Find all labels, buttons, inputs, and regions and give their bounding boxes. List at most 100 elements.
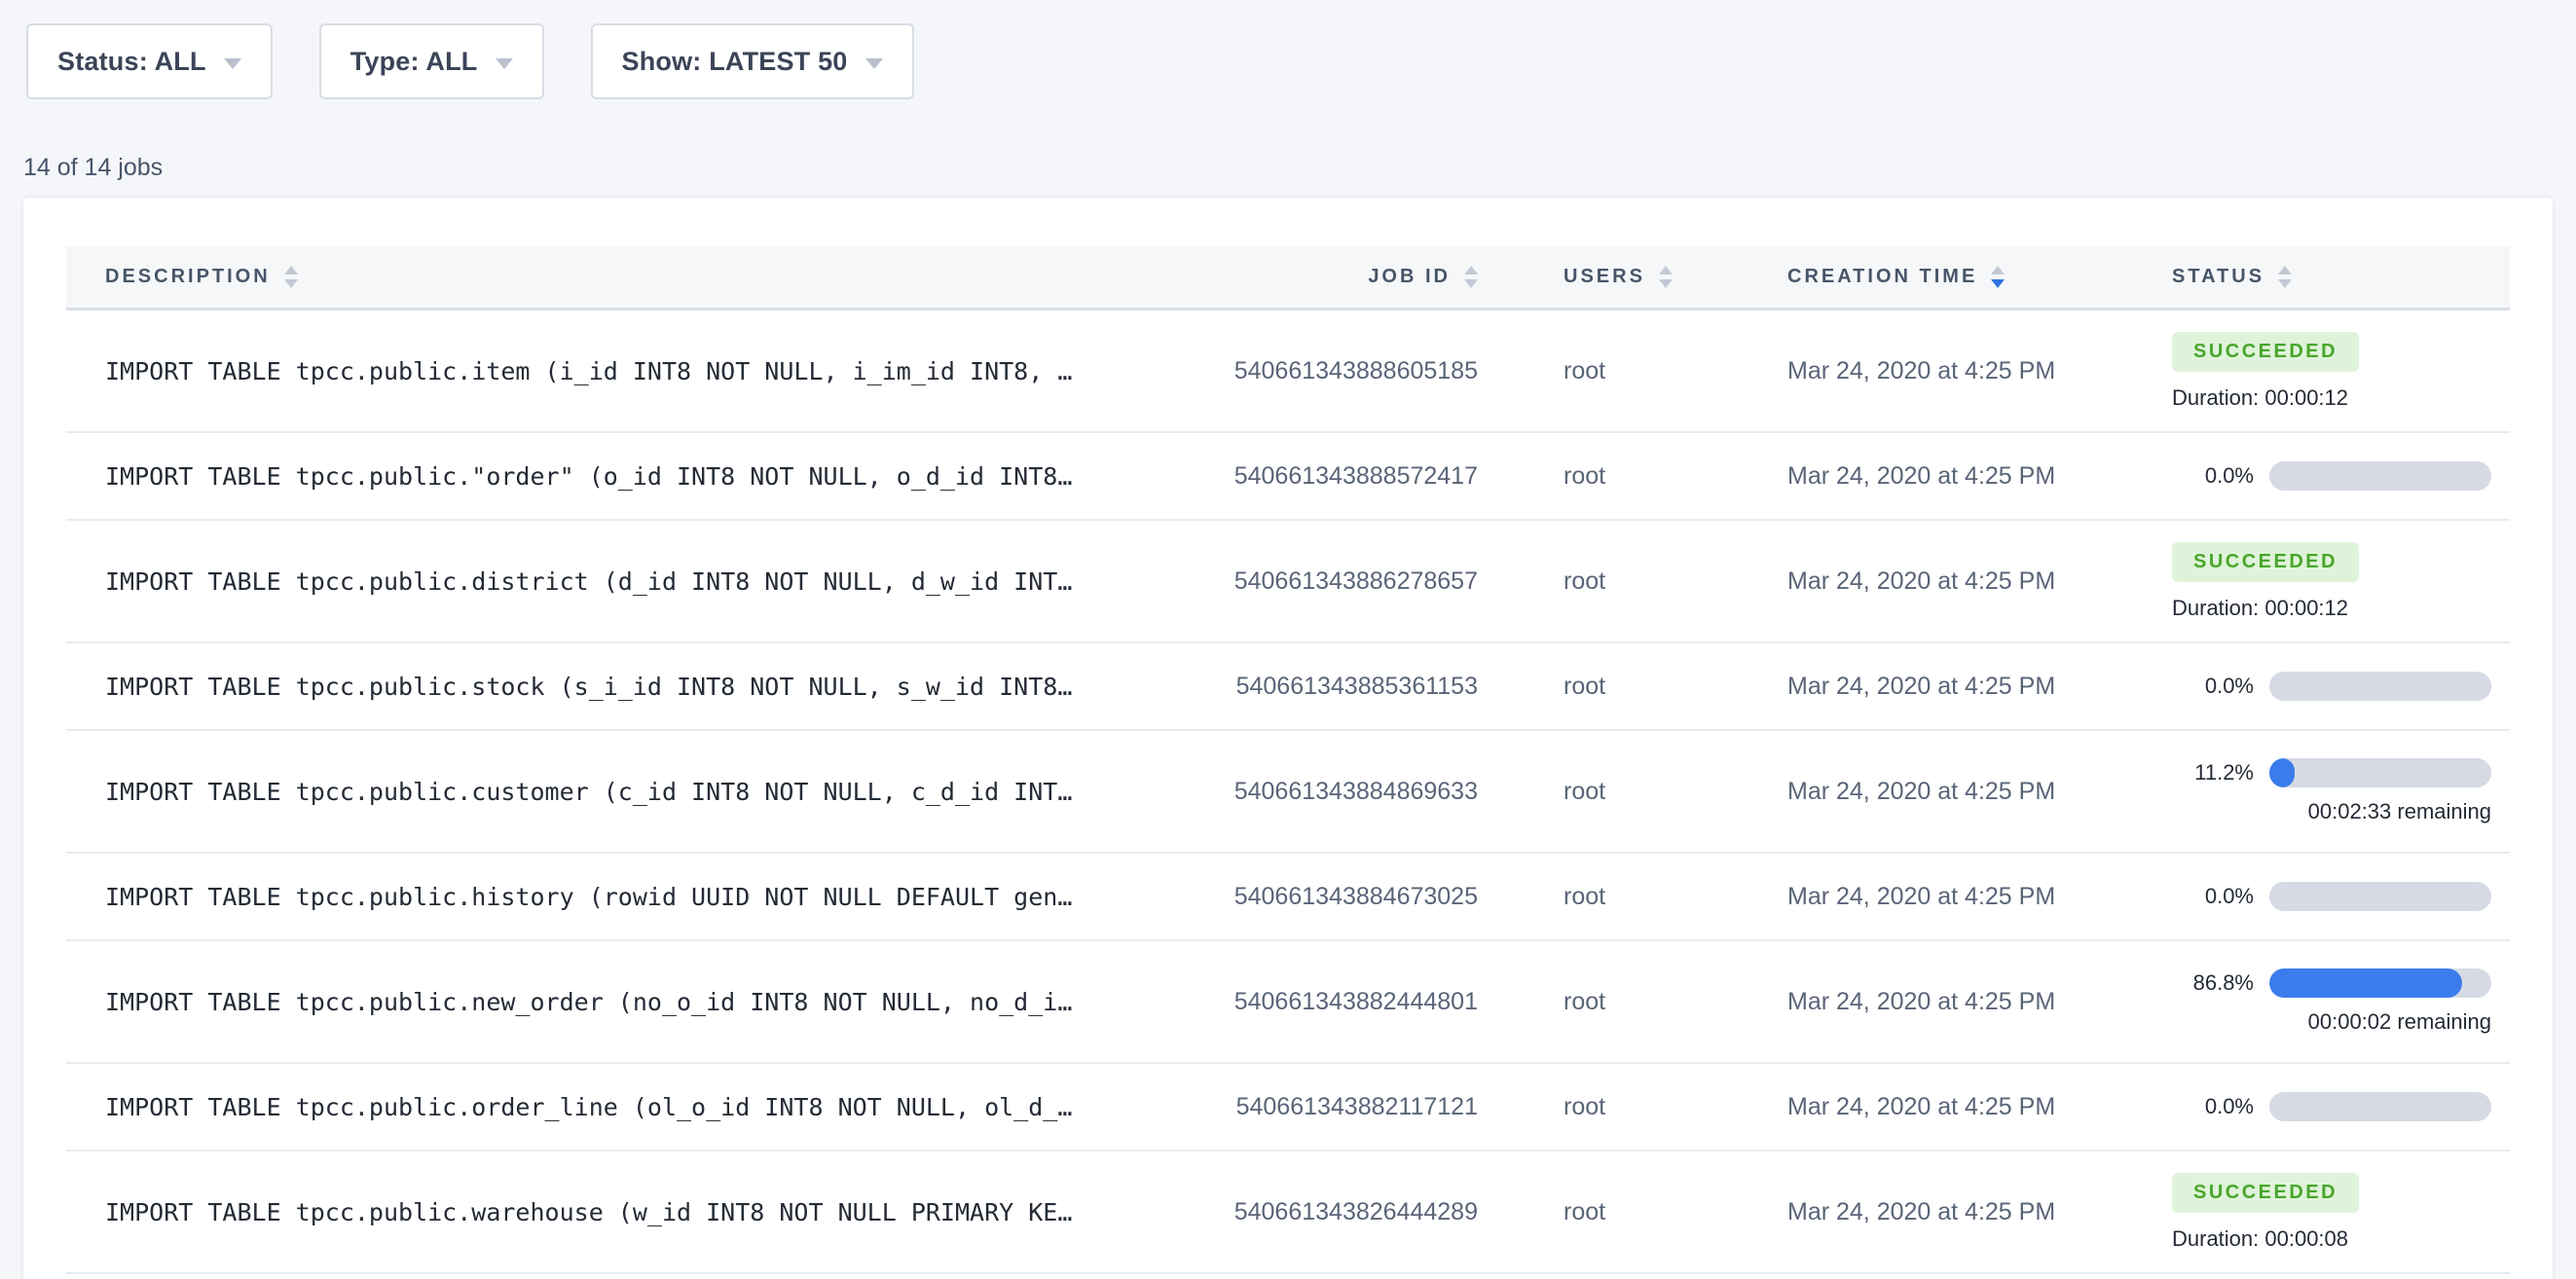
job-description: IMPORT TABLE tpcc.public.district (d_id …: [66, 567, 1098, 596]
type-filter-dropdown[interactable]: Type: ALL: [319, 23, 544, 99]
sort-desc-icon: [2278, 279, 2292, 288]
job-user: root: [1536, 1093, 1760, 1121]
status-badge-succeeded: SUCCEEDED: [2172, 542, 2359, 582]
chevron-down-icon: [496, 58, 513, 69]
progress-percent: 11.2%: [2172, 760, 2254, 786]
job-status-cell: 86.8% 00:00:02 remaining: [2135, 968, 2510, 1035]
job-creation-time: Mar 24, 2020 at 4:25 PM: [1760, 567, 2135, 596]
progress-percent: 0.0%: [2172, 463, 2254, 489]
sort-desc-icon: [1464, 279, 1478, 288]
job-progress: 0.0%: [2172, 1092, 2510, 1121]
job-creation-time: Mar 24, 2020 at 4:25 PM: [1760, 673, 2135, 701]
sort-arrows-icon: [284, 266, 298, 288]
progress-bar-fill: [2269, 758, 2295, 787]
column-header-status[interactable]: STATUS: [2135, 266, 2510, 288]
job-duration: Duration: 00:00:12: [2172, 385, 2510, 411]
job-id: 540661343888572417: [1098, 462, 1536, 491]
job-creation-time: Mar 24, 2020 at 4:25 PM: [1760, 988, 2135, 1016]
job-user: root: [1536, 357, 1760, 385]
job-id: 540661343826444289: [1098, 1198, 1536, 1226]
jobs-count-summary: 14 of 14 jobs: [23, 154, 2576, 182]
job-duration: Duration: 00:00:12: [2172, 596, 2510, 621]
job-status-cell: 0.0%: [2135, 461, 2510, 491]
show-filter-label: Show: LATEST 50: [622, 47, 848, 77]
job-progress: 86.8%: [2172, 968, 2510, 998]
job-status-cell: 0.0%: [2135, 1092, 2510, 1121]
progress-bar: [2269, 968, 2491, 998]
progress-percent: 86.8%: [2172, 970, 2254, 996]
job-user: root: [1536, 883, 1760, 911]
progress-percent: 0.0%: [2172, 884, 2254, 909]
job-description: IMPORT TABLE tpcc.public."order" (o_id I…: [66, 462, 1098, 491]
table-header-row: DESCRIPTION JOB ID USERS CREATION TIME: [66, 246, 2510, 311]
jobs-table-panel: DESCRIPTION JOB ID USERS CREATION TIME: [23, 198, 2553, 1279]
job-description: IMPORT TABLE tpcc.public.warehouse (w_id…: [66, 1198, 1098, 1226]
table-row[interactable]: IMPORT TABLE tpcc.public.warehouse (w_id…: [66, 1151, 2510, 1274]
status-badge-succeeded: SUCCEEDED: [2172, 332, 2359, 372]
chevron-down-icon: [865, 58, 883, 69]
job-creation-time: Mar 24, 2020 at 4:25 PM: [1760, 778, 2135, 806]
job-description: IMPORT TABLE tpcc.public.customer (c_id …: [66, 778, 1098, 806]
job-id: 540661343885361153: [1098, 673, 1536, 701]
sort-desc-icon: [1991, 279, 2005, 288]
sort-asc-icon: [1464, 266, 1478, 274]
job-id: 540661343886278657: [1098, 567, 1536, 596]
job-user: root: [1536, 567, 1760, 596]
job-status-cell: SUCCEEDEDDuration: 00:00:08: [2135, 1173, 2510, 1252]
jobs-table-body: IMPORT TABLE tpcc.public.item (i_id INT8…: [66, 311, 2510, 1274]
status-badge-succeeded: SUCCEEDED: [2172, 1173, 2359, 1213]
status-filter-dropdown[interactable]: Status: ALL: [26, 23, 273, 99]
sort-asc-icon: [1991, 266, 2005, 274]
job-user: root: [1536, 1198, 1760, 1226]
jobs-filter-toolbar: Status: ALL Type: ALL Show: LATEST 50: [0, 0, 2576, 99]
progress-bar: [2269, 672, 2491, 701]
table-row[interactable]: IMPORT TABLE tpcc.public.new_order (no_o…: [66, 941, 2510, 1064]
table-row[interactable]: IMPORT TABLE tpcc.public.item (i_id INT8…: [66, 311, 2510, 433]
type-filter-label: Type: ALL: [350, 47, 478, 77]
time-remaining: 00:00:02 remaining: [2172, 1009, 2491, 1035]
job-description: IMPORT TABLE tpcc.public.new_order (no_o…: [66, 988, 1098, 1016]
sort-arrows-icon: [1659, 266, 1673, 288]
job-user: root: [1536, 462, 1760, 491]
sort-desc-icon: [1659, 279, 1673, 288]
table-row[interactable]: IMPORT TABLE tpcc.public.customer (c_id …: [66, 731, 2510, 854]
job-user: root: [1536, 673, 1760, 701]
job-id: 540661343884869633: [1098, 778, 1536, 806]
job-creation-time: Mar 24, 2020 at 4:25 PM: [1760, 357, 2135, 385]
job-user: root: [1536, 988, 1760, 1016]
job-description: IMPORT TABLE tpcc.public.stock (s_i_id I…: [66, 673, 1098, 701]
column-header-users[interactable]: USERS: [1536, 266, 1760, 288]
job-description: IMPORT TABLE tpcc.public.history (rowid …: [66, 883, 1098, 911]
job-status-cell: 0.0%: [2135, 672, 2510, 701]
table-row[interactable]: IMPORT TABLE tpcc.public.order_line (ol_…: [66, 1064, 2510, 1151]
sort-asc-icon: [2278, 266, 2292, 274]
chevron-down-icon: [224, 58, 241, 69]
progress-bar-fill: [2269, 968, 2462, 998]
column-header-job-id[interactable]: JOB ID: [1098, 266, 1536, 288]
progress-bar: [2269, 461, 2491, 491]
table-row[interactable]: IMPORT TABLE tpcc.public.district (d_id …: [66, 521, 2510, 643]
column-header-description[interactable]: DESCRIPTION: [66, 266, 1098, 288]
sort-desc-icon: [284, 279, 298, 288]
job-id: 540661343882117121: [1098, 1093, 1536, 1121]
job-creation-time: Mar 24, 2020 at 4:25 PM: [1760, 1093, 2135, 1121]
sort-arrows-icon: [1991, 266, 2005, 288]
table-row[interactable]: IMPORT TABLE tpcc.public."order" (o_id I…: [66, 433, 2510, 521]
progress-bar: [2269, 1092, 2491, 1121]
job-creation-time: Mar 24, 2020 at 4:25 PM: [1760, 1198, 2135, 1226]
sort-arrows-icon: [2278, 266, 2292, 288]
table-row[interactable]: IMPORT TABLE tpcc.public.history (rowid …: [66, 854, 2510, 941]
job-progress: 0.0%: [2172, 672, 2510, 701]
job-id: 540661343882444801: [1098, 988, 1536, 1016]
progress-percent: 0.0%: [2172, 1094, 2254, 1119]
show-filter-dropdown[interactable]: Show: LATEST 50: [591, 23, 914, 99]
job-progress: 11.2%: [2172, 758, 2510, 787]
column-header-creation-time[interactable]: CREATION TIME: [1760, 266, 2135, 288]
table-row[interactable]: IMPORT TABLE tpcc.public.stock (s_i_id I…: [66, 643, 2510, 731]
status-filter-label: Status: ALL: [57, 47, 206, 77]
job-progress: 0.0%: [2172, 461, 2510, 491]
job-creation-time: Mar 24, 2020 at 4:25 PM: [1760, 883, 2135, 911]
job-status-cell: SUCCEEDED Duration: 00:00:12: [2135, 542, 2510, 621]
job-description: IMPORT TABLE tpcc.public.order_line (ol_…: [66, 1093, 1098, 1121]
progress-bar: [2269, 758, 2491, 787]
